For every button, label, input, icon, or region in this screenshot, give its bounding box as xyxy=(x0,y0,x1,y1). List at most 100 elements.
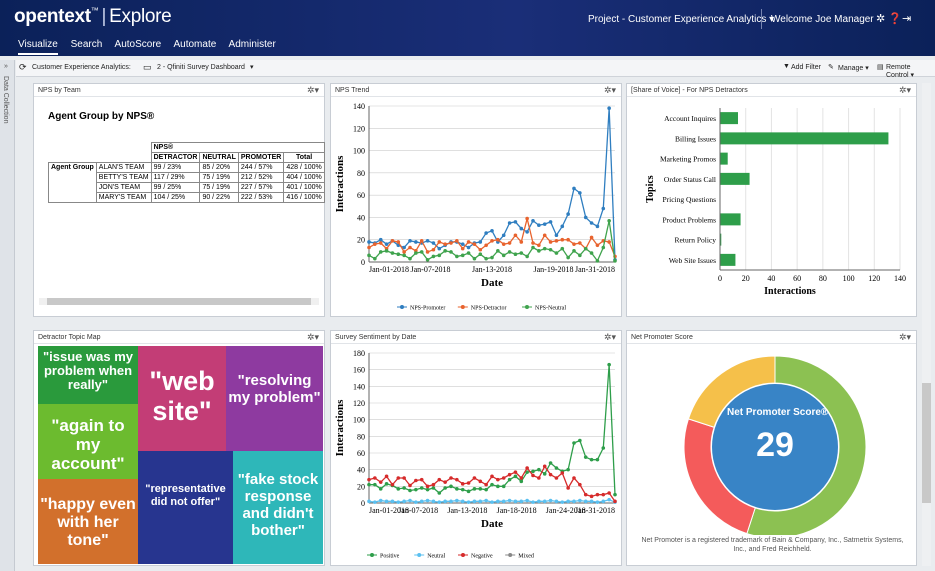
add-filter-button[interactable]: Add Filter xyxy=(791,64,821,71)
data-point xyxy=(402,486,406,490)
y-tick-label: 80 xyxy=(357,432,365,441)
filter-icon[interactable]: ▼ xyxy=(783,63,790,70)
data-point xyxy=(537,467,541,472)
data-point xyxy=(402,253,406,258)
app-logo[interactable]: opentext™ | Explore xyxy=(14,6,172,28)
series-line xyxy=(368,108,616,260)
topic-tile[interactable]: "resolving my problem" xyxy=(226,346,323,451)
data-point xyxy=(607,491,611,495)
topic-tile[interactable]: "web site" xyxy=(138,346,226,451)
data-point xyxy=(501,253,506,258)
nav-visualize[interactable]: Visualize xyxy=(18,39,58,55)
refresh-icon[interactable]: ⟳ xyxy=(19,62,27,73)
nav-autoscore[interactable]: AutoScore xyxy=(115,39,162,50)
data-point xyxy=(378,250,383,254)
gear-icon[interactable]: ✲▾ xyxy=(899,332,911,343)
y-axis-title: Interactions xyxy=(334,155,346,213)
data-point xyxy=(542,464,547,469)
horizontal-scrollbar[interactable] xyxy=(39,298,319,305)
project-selector[interactable]: Project - Customer Experience Analytics … xyxy=(588,14,774,25)
data-point xyxy=(408,256,412,261)
data-point xyxy=(572,441,576,445)
data-point xyxy=(437,491,442,495)
topic-tile[interactable]: "fake stock response and didn't bother" xyxy=(233,451,323,564)
x-tick-label: 100 xyxy=(843,274,855,283)
help-icon[interactable]: ❓ xyxy=(888,12,902,25)
panel-detractor-topic-map: Detractor Topic Map ✲▾ "issue was my prob… xyxy=(33,330,325,566)
nps-score-value: 29 xyxy=(756,426,794,464)
data-point xyxy=(460,482,465,486)
chevron-down-icon[interactable]: ▾ xyxy=(250,63,254,71)
legend-label: Negative xyxy=(471,554,493,560)
data-point xyxy=(554,251,559,255)
data-point xyxy=(583,455,588,459)
panel-title: NPS Trend xyxy=(335,87,370,94)
remote-control-button[interactable]: Remote Control ▾ xyxy=(886,64,935,79)
x-tick-label: Jan-01-2018 xyxy=(369,265,409,274)
data-point xyxy=(566,486,570,490)
topic-tile[interactable]: "representative did not offer" xyxy=(138,451,233,564)
data-point xyxy=(519,251,524,255)
data-point xyxy=(572,186,576,191)
welcome-user[interactable]: Welcome Joe Manager xyxy=(771,14,874,25)
data-point xyxy=(443,249,447,253)
gear-icon[interactable]: ✲ xyxy=(876,12,885,25)
gear-icon[interactable]: ✲▾ xyxy=(307,332,319,343)
gear-icon[interactable]: ✲▾ xyxy=(604,332,616,343)
x-tick-label: 20 xyxy=(742,274,750,283)
data-point xyxy=(601,492,606,497)
data-point xyxy=(607,240,611,244)
data-point xyxy=(589,457,594,462)
nav-administer[interactable]: Administer xyxy=(229,39,276,50)
data-point xyxy=(455,477,459,482)
data-point xyxy=(595,492,600,497)
data-point xyxy=(542,499,547,504)
logout-icon[interactable]: ⇥ xyxy=(902,12,911,25)
data-point xyxy=(513,470,518,474)
data-collection-sidebar[interactable]: » Data Collection xyxy=(0,60,15,571)
data-point xyxy=(595,500,600,504)
topic-treemap: "issue was my problem when really" "web … xyxy=(38,346,323,564)
topic-tile[interactable]: "issue was my problem when really" xyxy=(38,346,138,404)
data-point xyxy=(583,246,588,251)
gear-icon[interactable]: ✲▾ xyxy=(899,85,911,96)
data-point xyxy=(589,251,594,255)
data-point xyxy=(390,482,395,487)
panel-title: NPS by Team xyxy=(38,87,81,94)
y-axis-title: Interactions xyxy=(334,399,346,457)
y-tick-label: 100 xyxy=(353,147,365,156)
nav-search[interactable]: Search xyxy=(71,39,103,50)
data-point xyxy=(583,492,588,497)
dashboard-select[interactable]: 2 - Qfiniti Survey Dashboard xyxy=(157,64,245,71)
legend-label: Neutral xyxy=(427,554,445,560)
data-point xyxy=(378,237,383,242)
y-tick-label: 120 xyxy=(353,399,365,408)
data-point xyxy=(378,480,383,484)
vertical-scrollbar[interactable] xyxy=(922,83,931,566)
data-point xyxy=(408,488,412,493)
topic-tile[interactable]: "again to my account" xyxy=(38,404,138,479)
data-point xyxy=(419,239,424,243)
data-point xyxy=(378,241,383,245)
nps-footnote: Net Promoter is a registered trademark o… xyxy=(641,537,904,553)
nps-team-table: NPS® DETRACTOR NEUTRAL PROMOTER Total Agent… xyxy=(48,142,325,203)
data-point xyxy=(542,246,547,251)
gear-icon[interactable]: ✲▾ xyxy=(604,85,616,96)
gear-icon[interactable]: ✲▾ xyxy=(307,85,319,96)
topic-tile[interactable]: "happy even with her tone" xyxy=(38,479,138,564)
bar xyxy=(720,112,738,125)
data-point xyxy=(425,250,430,254)
expand-icon[interactable]: » xyxy=(4,63,8,70)
data-point xyxy=(613,499,617,504)
manage-button[interactable]: Manage ▾ xyxy=(838,64,869,72)
monitor-icon: ▭ xyxy=(143,62,152,72)
x-tick-label: Jan-18-2018 xyxy=(497,506,537,515)
data-point xyxy=(601,245,606,250)
data-point xyxy=(367,482,371,487)
data-point xyxy=(525,230,529,234)
data-point xyxy=(437,477,442,482)
data-point xyxy=(449,499,453,504)
nav-automate[interactable]: Automate xyxy=(173,39,216,50)
y-tick-label: Marketing Promos xyxy=(660,155,716,164)
data-point xyxy=(425,487,430,492)
